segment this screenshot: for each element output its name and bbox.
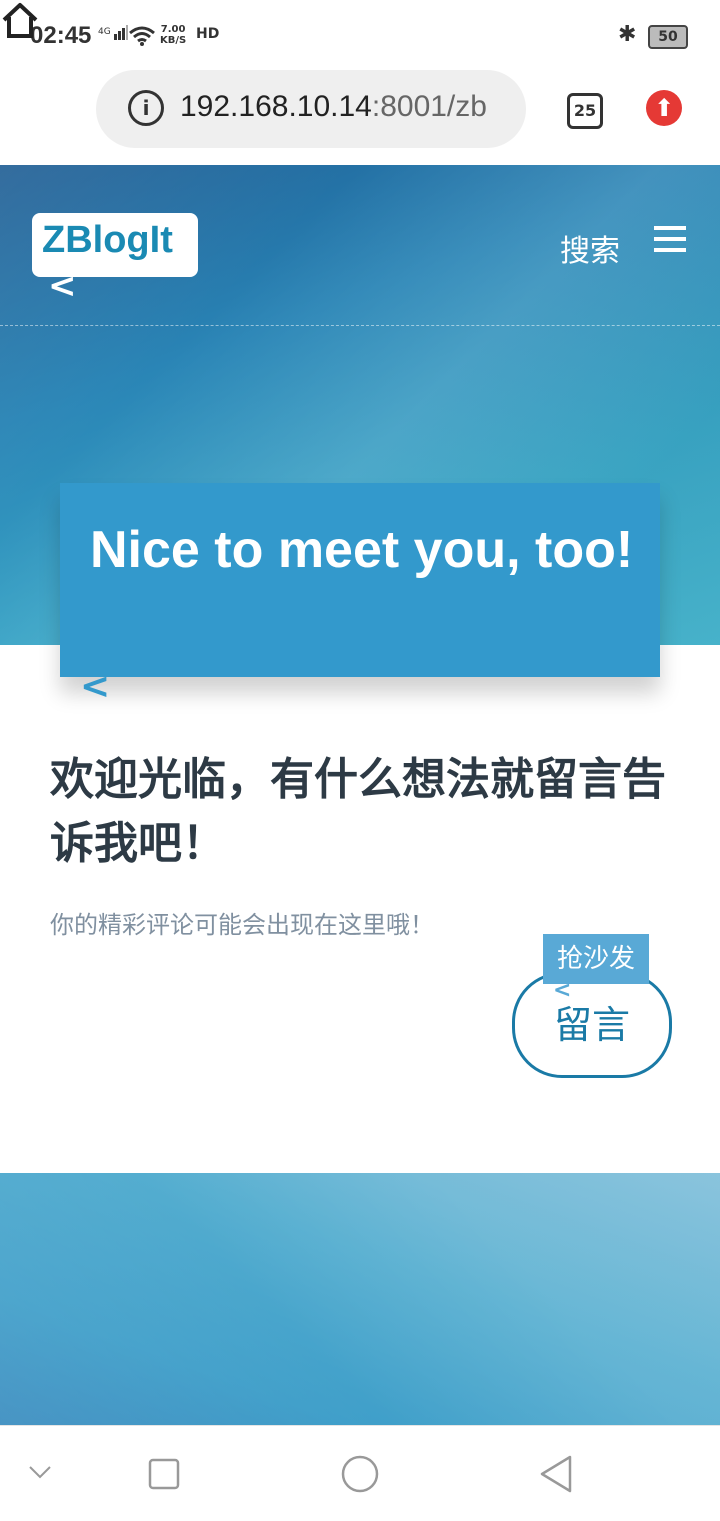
site-logo-text: ZBlogIt — [42, 219, 173, 261]
home-icon[interactable] — [0, 0, 40, 40]
footer-banner — [0, 1173, 720, 1425]
recent-apps-icon[interactable] — [148, 1458, 180, 1490]
network-speed: 7.00 KB/S — [160, 24, 186, 46]
speed-unit: KB/S — [160, 35, 187, 46]
tab-count-button[interactable]: 25 — [567, 93, 603, 129]
upload-icon[interactable]: ⬆ — [646, 90, 682, 126]
sofa-tail-icon: < — [553, 978, 572, 1003]
speed-value: 7.00 — [160, 24, 186, 35]
leave-message-button[interactable]: 留言 — [512, 972, 672, 1078]
title-tail-icon: < — [80, 666, 111, 707]
network-type: 4G — [98, 27, 111, 37]
welcome-subtitle: 你的精彩评论可能会出现在这里哦！ — [50, 911, 434, 939]
url-host: 192.168.10.14 — [180, 90, 372, 123]
logo-tail-icon: < — [48, 266, 77, 306]
battery-icon: 50 — [648, 25, 688, 49]
sofa-badge: 抢沙发 — [543, 934, 649, 984]
page-title: Nice to meet you, too! — [90, 521, 634, 579]
info-icon[interactable]: i — [128, 90, 164, 126]
chevron-down-icon[interactable] — [28, 1464, 52, 1480]
header-divider — [0, 325, 720, 326]
welcome-heading: 欢迎光临，有什么想法就留言告诉我吧！ — [50, 754, 666, 869]
hd-indicator: HD — [196, 26, 220, 42]
status-bar: 02:45 4G 7.00 KB/S HD ✱ 50 — [0, 0, 720, 70]
signal-icon — [113, 25, 128, 40]
system-nav-bar — [0, 1425, 720, 1521]
url-path: :8001/zb — [371, 90, 487, 123]
wifi-icon — [129, 26, 155, 46]
back-icon[interactable] — [538, 1454, 574, 1494]
menu-icon[interactable] — [654, 226, 686, 259]
bluetooth-icon: ✱ — [618, 22, 637, 47]
search-link[interactable]: 搜索 — [560, 226, 620, 270]
network-indicator: 4G — [98, 24, 128, 40]
home-button-icon[interactable] — [340, 1454, 380, 1494]
page-title-card: Nice to meet you, too! — [60, 483, 660, 677]
url-text[interactable]: 192.168.10.14:8001/zb — [180, 90, 510, 124]
